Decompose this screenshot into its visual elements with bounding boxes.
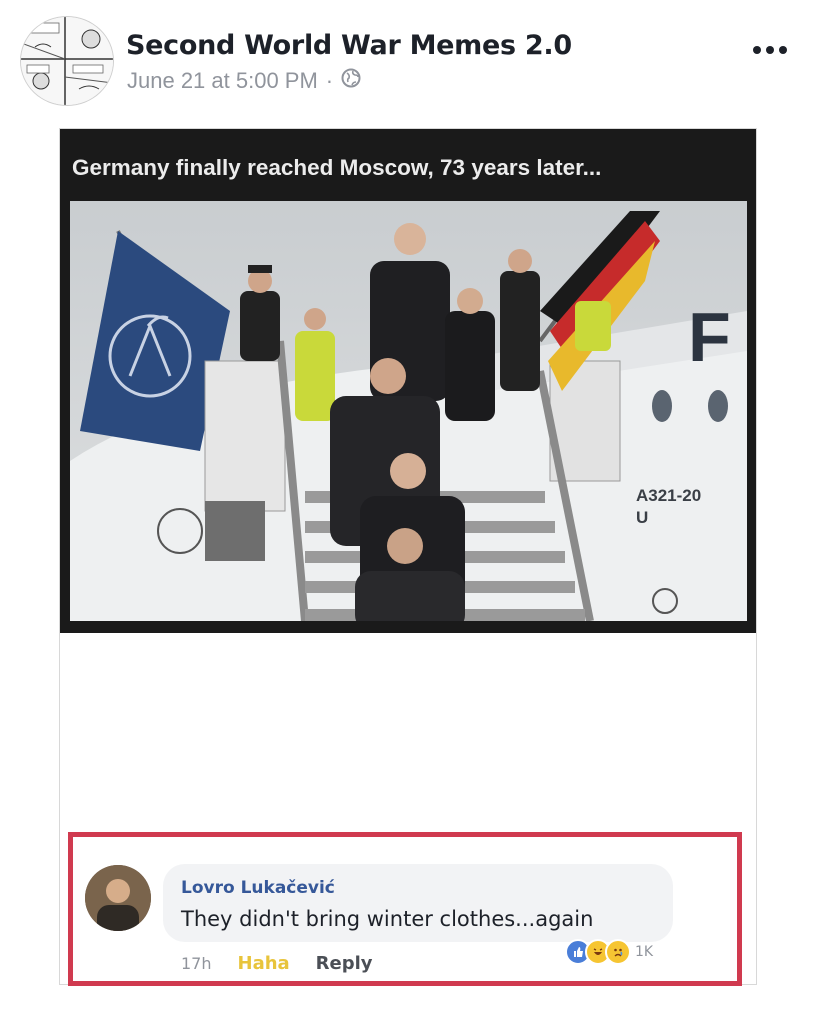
- aircraft-marking: A321-20: [636, 486, 701, 505]
- comic-panel-image: [21, 17, 113, 105]
- comment-bubble: Lovro Lukačević They didn't bring winter…: [163, 864, 673, 942]
- reaction-count: 1K: [635, 944, 654, 960]
- sad-icon: [605, 939, 631, 965]
- ellipsis-icon: [753, 46, 787, 54]
- comment-text: They didn't bring winter clothes...again: [181, 907, 594, 931]
- post-timestamp[interactable]: June 21 at 5:00 PM: [127, 68, 318, 94]
- more-options-button[interactable]: [748, 32, 792, 68]
- fuselage-letter: F: [688, 298, 731, 376]
- comment-time[interactable]: 17h: [181, 954, 212, 973]
- haha-reaction-button[interactable]: Haha: [238, 953, 290, 974]
- airplane-arrival-photo: F A321-20 U: [70, 201, 747, 621]
- aircraft-marking-2: U: [636, 508, 648, 527]
- meta-separator: ·: [325, 68, 334, 93]
- meme-dark-panel: Germany finally reached Moscow, 73 years…: [60, 129, 756, 633]
- commenter-avatar[interactable]: [85, 865, 151, 931]
- commenter-photo: [85, 865, 151, 931]
- comment-reactions[interactable]: 1K: [565, 939, 653, 965]
- reply-button[interactable]: Reply: [316, 953, 373, 974]
- page-name[interactable]: Second World War Memes 2.0: [126, 30, 572, 61]
- highlighted-comment: Lovro Lukačević They didn't bring winter…: [68, 832, 742, 986]
- comment-actions: 17h Haha Reply: [181, 953, 373, 974]
- meme-photo: F A321-20 U: [70, 201, 747, 621]
- post-meta: June 21 at 5:00 PM ·: [127, 68, 361, 94]
- globe-icon: [341, 68, 361, 94]
- page-avatar[interactable]: [20, 16, 114, 106]
- comment-author[interactable]: Lovro Lukačević: [181, 878, 335, 898]
- meme-caption: Germany finally reached Moscow, 73 years…: [72, 155, 602, 180]
